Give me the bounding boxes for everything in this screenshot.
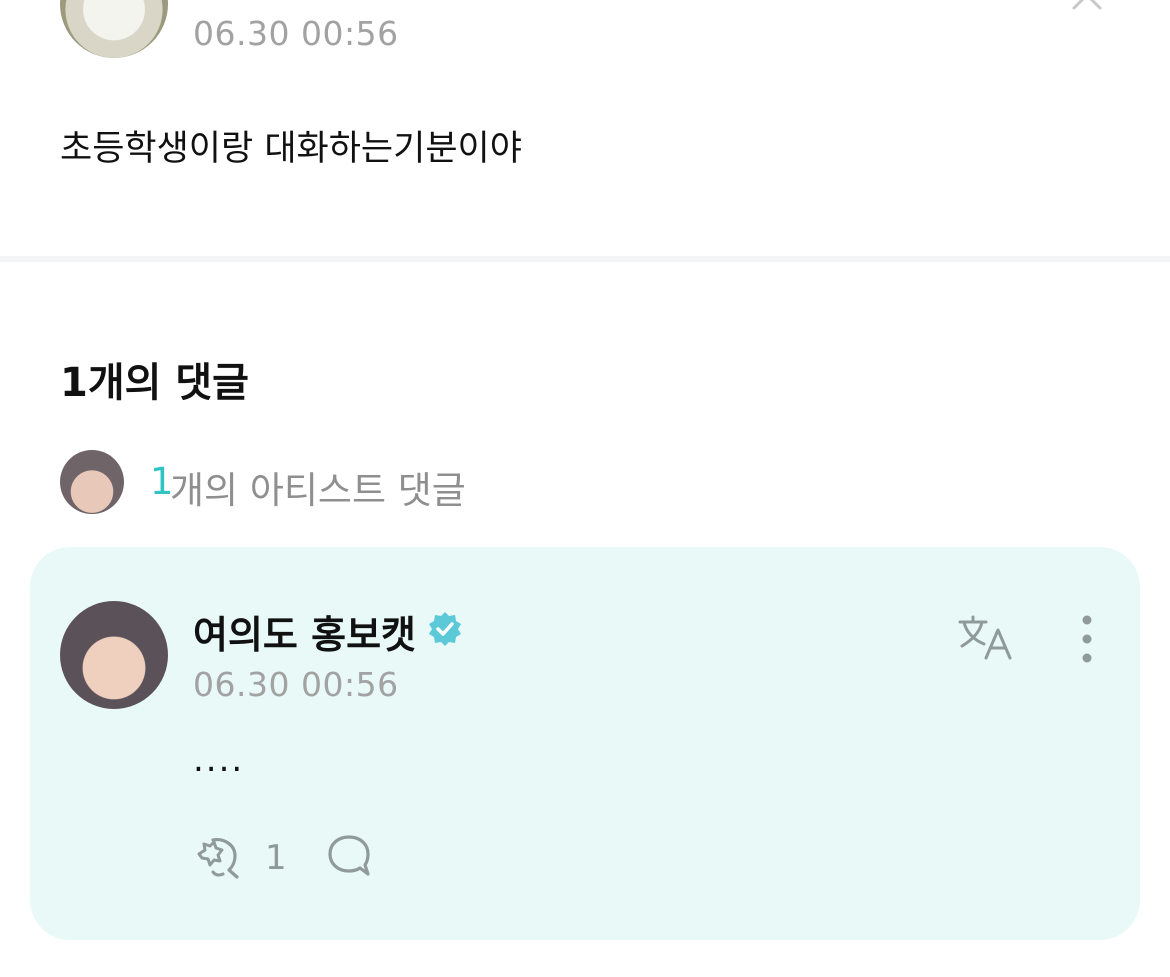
post-timestamp: 06.30 00:56: [193, 14, 399, 53]
comment-body: ....: [193, 740, 245, 780]
comment-timestamp: 06.30 00:56: [193, 665, 399, 704]
section-divider: [0, 256, 1170, 262]
verified-badge-icon: [429, 612, 461, 646]
comments-title: 1개의 댓글: [60, 360, 249, 406]
comment-author-avatar[interactable]: [60, 601, 168, 709]
artist-comment-avatar: [60, 450, 124, 514]
translate-icon[interactable]: [956, 614, 1018, 660]
like-icon[interactable]: [193, 834, 247, 880]
chevron-up-icon[interactable]: [1070, 0, 1104, 10]
comment-author-name[interactable]: 여의도 홍보캣: [193, 604, 416, 659]
reply-bubble-icon[interactable]: [326, 834, 372, 878]
post-author-avatar[interactable]: [60, 0, 168, 58]
more-vertical-icon[interactable]: [1076, 614, 1098, 664]
like-count: 1: [265, 838, 287, 878]
artist-comment-label[interactable]: 개의 아티스트 댓글: [170, 460, 466, 514]
post-body: 초등학생이랑 대화하는기분이야: [60, 129, 522, 169]
